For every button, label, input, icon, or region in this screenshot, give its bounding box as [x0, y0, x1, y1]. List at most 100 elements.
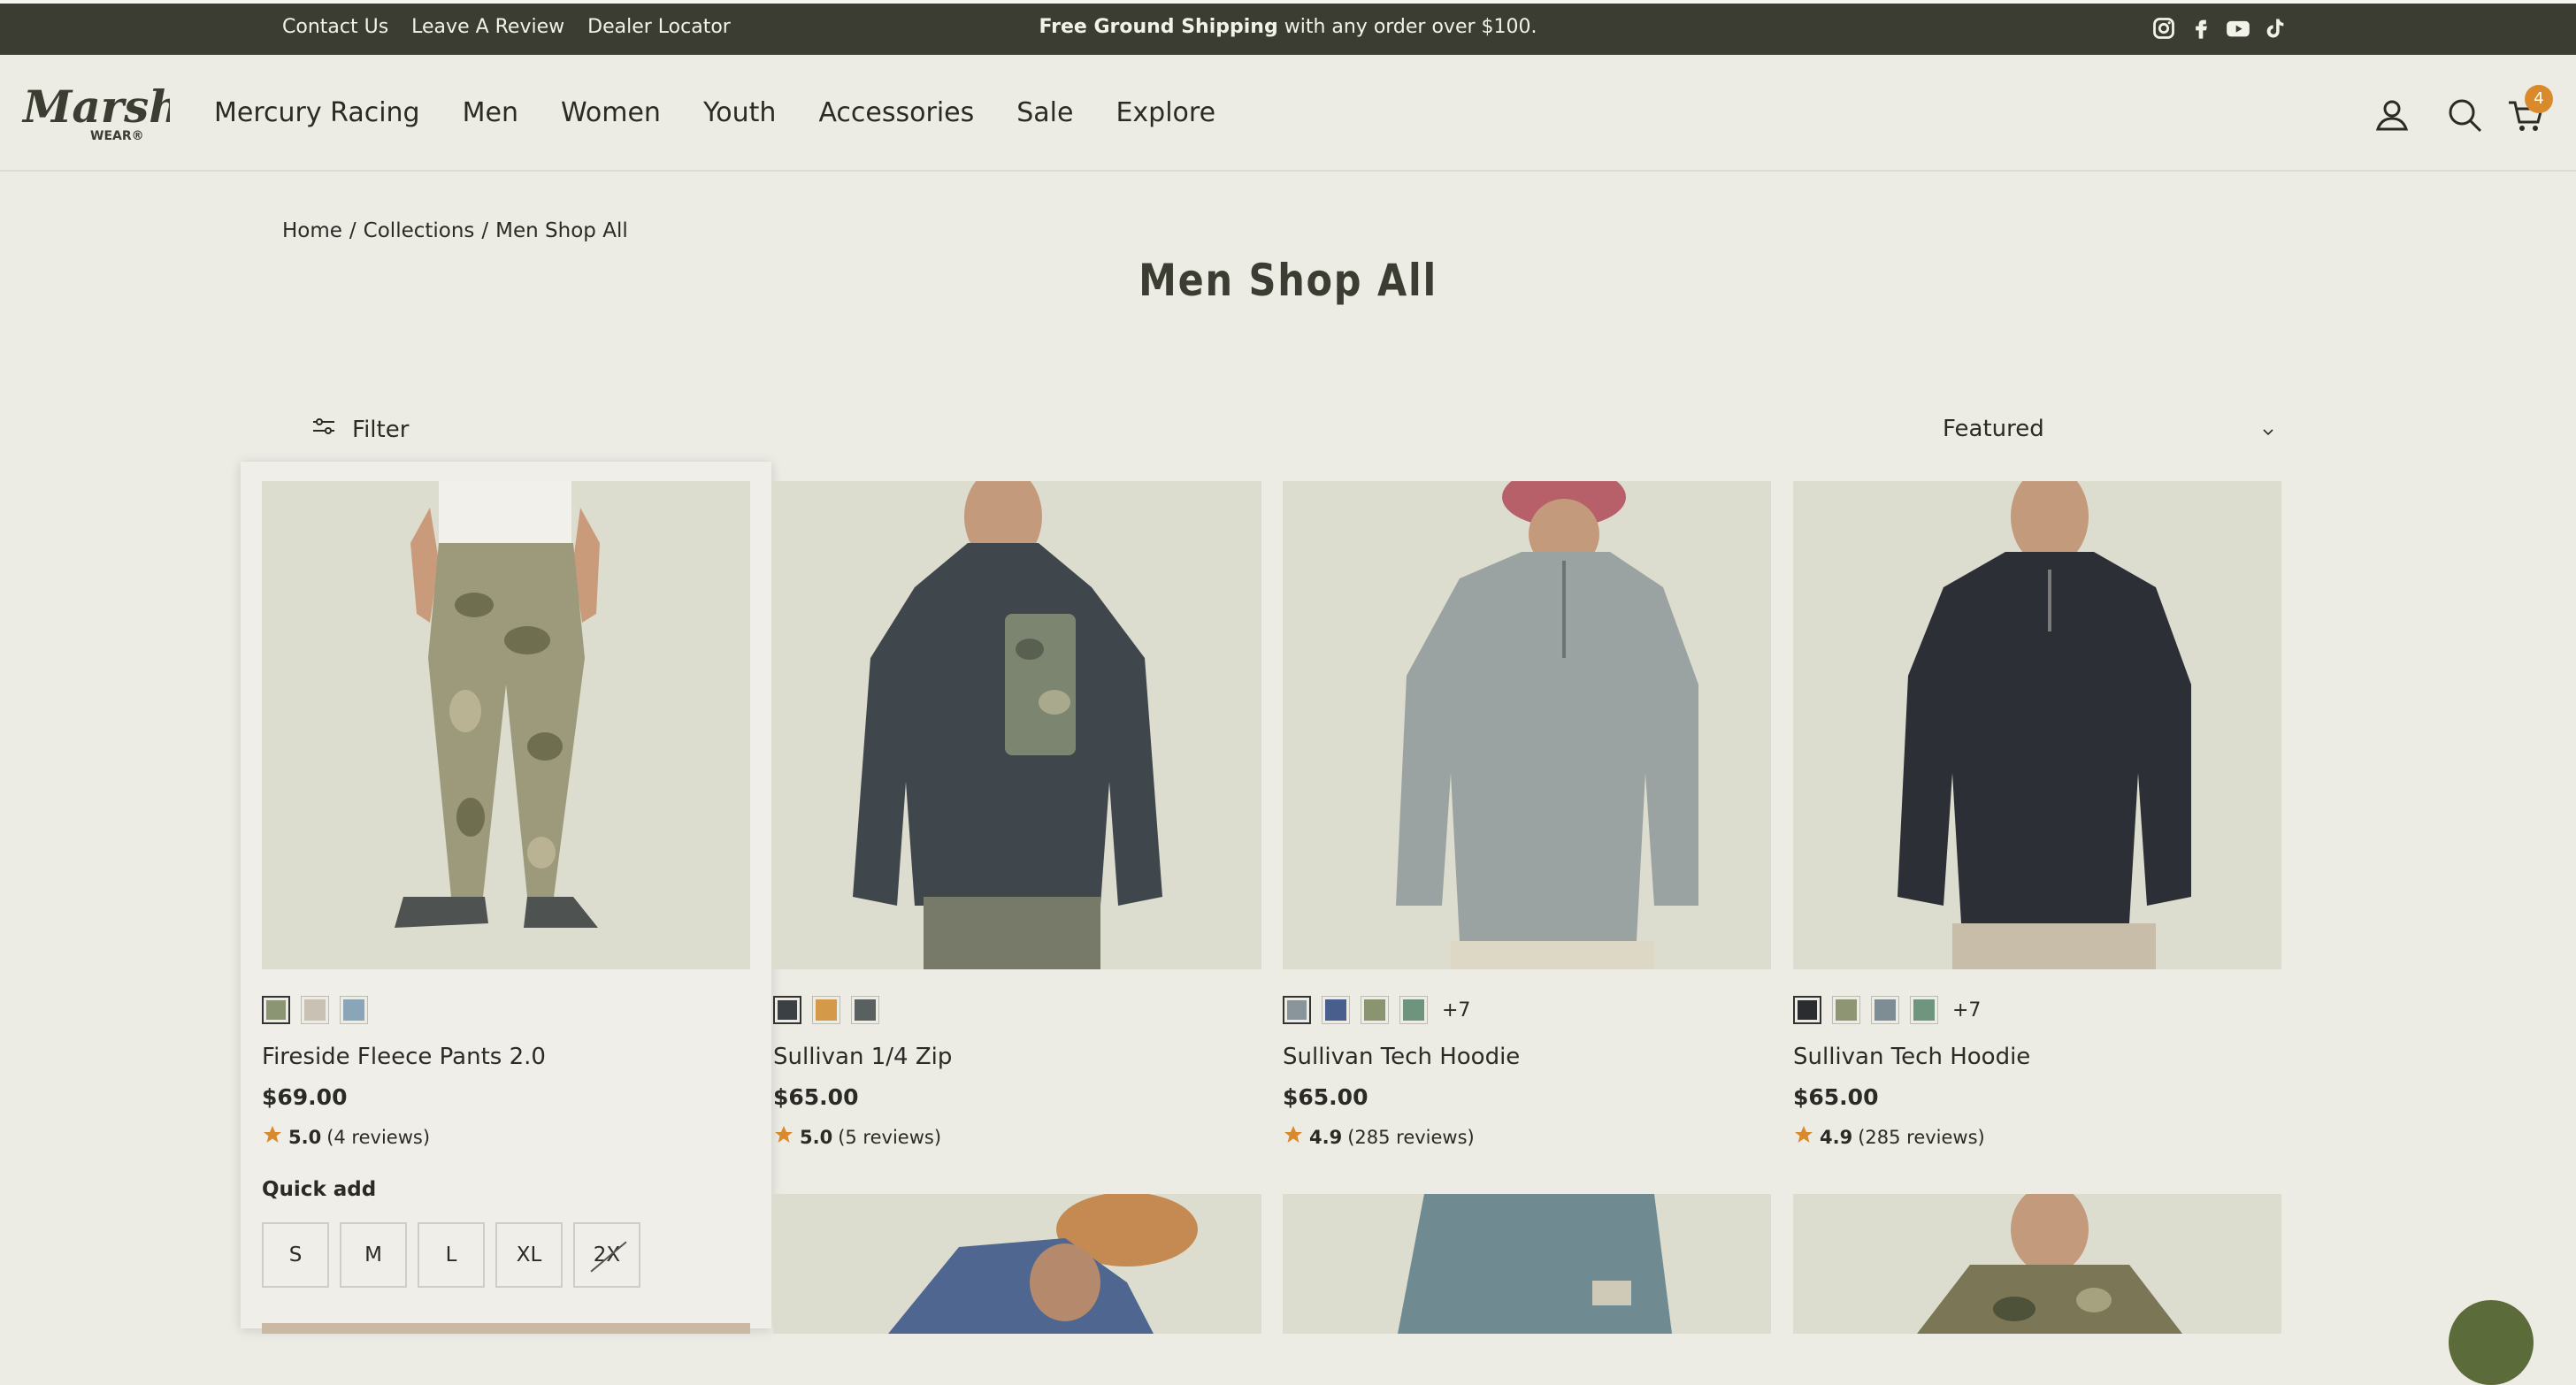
product-name[interactable]: Sullivan Tech Hoodie	[1793, 1044, 2281, 1070]
svg-text:WEAR®: WEAR®	[90, 129, 144, 143]
breadcrumb-current: Men Shop All	[495, 219, 628, 242]
color-swatch[interactable]	[773, 996, 801, 1024]
nav-sale[interactable]: Sale	[1016, 97, 1073, 128]
product-name[interactable]: Sullivan Tech Hoodie	[1283, 1044, 1771, 1070]
product-card[interactable]: +7 Sullivan Tech Hoodie $65.00 4.9 (285 …	[1283, 481, 1771, 1150]
color-swatch[interactable]	[1832, 996, 1860, 1024]
color-swatch[interactable]	[301, 996, 329, 1024]
size-button-s[interactable]: S	[262, 1222, 329, 1288]
color-swatch[interactable]	[1361, 996, 1389, 1024]
rating-value: 5.0	[288, 1126, 322, 1148]
filter-sliders-icon	[311, 416, 336, 443]
nav-youth[interactable]: Youth	[703, 97, 777, 128]
swatch-fill	[1913, 999, 1935, 1021]
product-card[interactable]: Sullivan 1/4 Zip $65.00 5.0 (5 reviews)	[773, 481, 1261, 1150]
product-image[interactable]	[1793, 481, 2281, 969]
nav-accessories[interactable]: Accessories	[818, 97, 974, 128]
product-image[interactable]	[773, 481, 1261, 969]
chat-widget-button[interactable]	[2449, 1300, 2534, 1385]
product-rating: 5.0 (4 reviews)	[262, 1124, 750, 1150]
color-swatches: +7	[1283, 994, 1771, 1026]
color-swatches	[262, 994, 750, 1026]
color-swatch[interactable]	[1322, 996, 1350, 1024]
more-colors-count[interactable]: +7	[1442, 999, 1470, 1022]
swatch-fill	[1836, 999, 1857, 1021]
product-image[interactable]	[262, 481, 750, 969]
swatch-fill	[1364, 999, 1385, 1021]
swatch-fill	[1874, 999, 1896, 1021]
nav-mercury-racing[interactable]: Mercury Racing	[214, 97, 420, 128]
rating-value: 4.9	[1820, 1126, 1853, 1148]
swatch-fill	[1325, 999, 1346, 1021]
product-card[interactable]: +7 Sullivan Tech Hoodie $65.00 4.9 (285 …	[1793, 481, 2281, 1150]
breadcrumb-collections[interactable]: Collections	[364, 219, 475, 242]
review-count[interactable]: (285 reviews)	[1858, 1127, 1985, 1148]
facebook-icon[interactable]	[2189, 16, 2213, 41]
color-swatch[interactable]	[262, 996, 290, 1024]
color-swatches	[773, 994, 1261, 1026]
size-button-l[interactable]: L	[418, 1222, 485, 1288]
swatch-fill	[1287, 1000, 1307, 1020]
product-name[interactable]: Fireside Fleece Pants 2.0	[262, 1044, 750, 1070]
product-image[interactable]	[773, 1194, 1261, 1334]
rating-value: 5.0	[800, 1126, 833, 1148]
marsh-wear-logo[interactable]: Marsh WEAR®	[21, 80, 181, 143]
swatch-fill	[778, 1000, 797, 1020]
color-swatch[interactable]	[851, 996, 879, 1024]
star-icon	[262, 1124, 283, 1150]
more-colors-count[interactable]: +7	[1952, 999, 1981, 1022]
color-swatch[interactable]	[812, 996, 840, 1024]
size-button-xl[interactable]: XL	[495, 1222, 563, 1288]
social-links	[2151, 16, 2288, 41]
swatch-fill	[266, 1000, 286, 1020]
product-image[interactable]	[1793, 1194, 2281, 1334]
color-swatch[interactable]	[1793, 996, 1821, 1024]
nav-men[interactable]: Men	[463, 97, 518, 128]
promo-bold: Free Ground Shipping	[1039, 16, 1278, 38]
rating-value: 4.9	[1309, 1126, 1343, 1148]
swatch-fill	[816, 999, 837, 1021]
color-swatch[interactable]	[1399, 996, 1428, 1024]
breadcrumb-separator: /	[481, 219, 489, 242]
cart-count-badge: 4	[2525, 85, 2553, 113]
chevron-down-icon	[2263, 416, 2273, 442]
color-swatch[interactable]	[340, 996, 368, 1024]
color-swatch[interactable]	[1910, 996, 1938, 1024]
nav-explore[interactable]: Explore	[1116, 97, 1215, 128]
search-icon[interactable]	[2445, 96, 2484, 134]
review-count[interactable]: (5 reviews)	[838, 1127, 941, 1148]
instagram-icon[interactable]	[2151, 16, 2176, 41]
review-count[interactable]: (285 reviews)	[1347, 1127, 1475, 1148]
filter-label: Filter	[352, 416, 410, 443]
size-button-2x-unavailable[interactable]: 2X	[573, 1222, 640, 1288]
product-name[interactable]: Sullivan 1/4 Zip	[773, 1044, 1261, 1070]
announcement-bar: Contact Us Leave A Review Dealer Locator…	[0, 0, 2576, 55]
product-image[interactable]	[262, 1323, 750, 1334]
product-price: $65.00	[1793, 1084, 1879, 1110]
swatch-fill	[343, 999, 364, 1021]
promo-rest: with any order over $100.	[1277, 16, 1537, 38]
site-header: Marsh WEAR® Mercury Racing Men Women You…	[0, 55, 2576, 172]
color-swatch[interactable]	[1283, 996, 1311, 1024]
breadcrumb-separator: /	[349, 219, 356, 242]
star-icon	[1793, 1124, 1814, 1150]
product-rating: 4.9 (285 reviews)	[1793, 1124, 2281, 1150]
breadcrumb: Home / Collections / Men Shop All	[282, 219, 628, 242]
youtube-icon[interactable]	[2226, 16, 2250, 41]
nav-women[interactable]: Women	[561, 97, 661, 128]
product-image[interactable]	[1283, 1194, 1771, 1334]
product-price: $65.00	[1283, 1084, 1368, 1110]
review-count[interactable]: (4 reviews)	[326, 1127, 430, 1148]
size-button-m[interactable]: M	[340, 1222, 407, 1288]
tiktok-icon[interactable]	[2263, 16, 2288, 41]
star-icon	[1283, 1124, 1304, 1150]
product-rating: 5.0 (5 reviews)	[773, 1124, 1261, 1150]
product-card[interactable]: Fireside Fleece Pants 2.0 $69.00 5.0 (4 …	[262, 481, 750, 1288]
account-icon[interactable]	[2373, 96, 2411, 134]
color-swatch[interactable]	[1871, 996, 1899, 1024]
breadcrumb-home[interactable]: Home	[282, 219, 342, 242]
sort-select[interactable]: Featured	[1943, 416, 2273, 442]
swatch-fill	[1403, 999, 1424, 1021]
filter-button[interactable]: Filter	[311, 416, 409, 443]
product-image[interactable]	[1283, 481, 1771, 969]
